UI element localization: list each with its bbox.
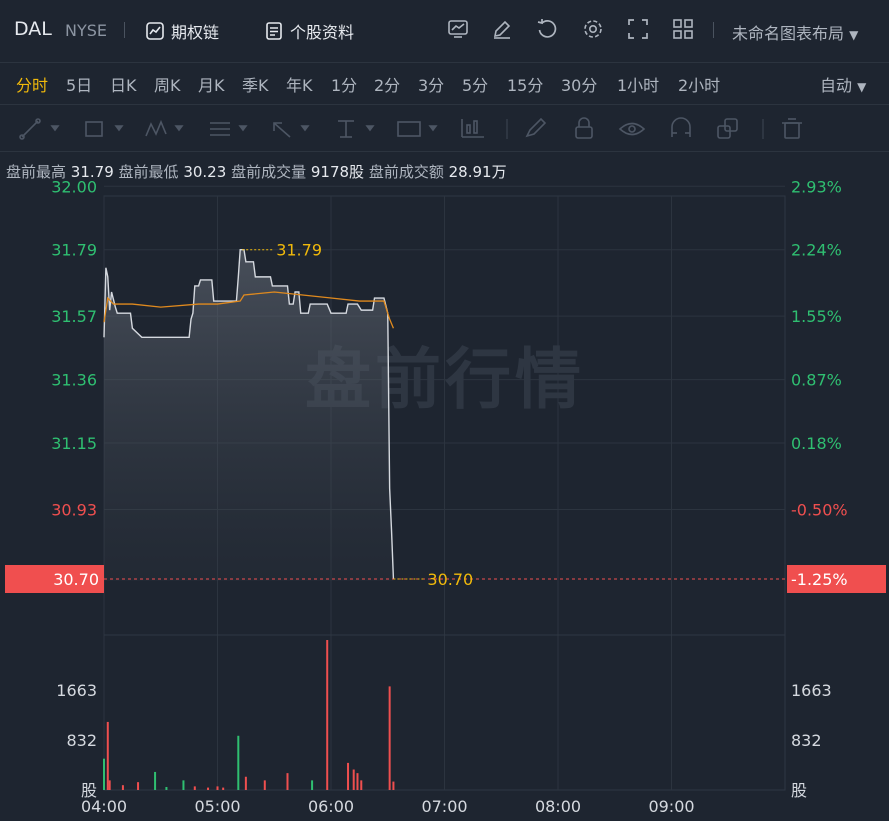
volume-bar <box>121 785 124 790</box>
time-tick-label: 07:00 <box>421 797 467 816</box>
volume-bar <box>263 780 266 790</box>
time-tick-label: 05:00 <box>194 797 240 816</box>
volume-bar <box>356 773 359 790</box>
time-tick-label: 04:00 <box>81 797 127 816</box>
pct-tick-label: 0.87% <box>791 371 842 390</box>
volume-bar <box>137 782 140 790</box>
volume-bar <box>347 762 350 790</box>
intraday-chart[interactable]: 盘前行情 31.7930.70 30.70 -1.25%32.00 2.93%31.… <box>0 0 889 821</box>
volume-bar <box>108 780 111 790</box>
volume-bar <box>388 686 391 790</box>
volume-bar <box>216 786 219 790</box>
pct-tick-label: 1.55% <box>791 307 842 326</box>
time-tick-label: 08:00 <box>535 797 581 816</box>
volume-tick-label-right: 1663 <box>791 681 832 700</box>
volume-bar <box>222 787 225 790</box>
volume-bar <box>207 787 210 790</box>
volume-bar <box>244 776 247 790</box>
volume-bar <box>326 640 329 790</box>
volume-tick-label: 832 <box>66 731 97 750</box>
current-pct-label: -1.25% <box>791 570 848 589</box>
price-tick-label: 31.15 <box>51 434 97 453</box>
volume-bar <box>154 771 157 790</box>
current-price-label: 30.70 <box>53 570 99 589</box>
volume-bar <box>360 780 363 790</box>
price-tick-label: 31.57 <box>51 307 97 326</box>
price-tick-label: 31.79 <box>51 241 97 260</box>
pct-tick-label: 2.24% <box>791 241 842 260</box>
volume-bar <box>352 769 355 790</box>
low-marker-label: 30.70 <box>427 570 473 589</box>
pct-tick-label: -0.50% <box>791 501 848 520</box>
volume-bar <box>106 721 109 790</box>
volume-bar <box>193 786 196 790</box>
high-marker-label: 31.79 <box>276 241 322 260</box>
price-tick-label: 31.36 <box>51 371 97 390</box>
volume-tick-label-right: 832 <box>791 731 822 750</box>
price-tick-label: 32.00 <box>51 177 97 196</box>
volume-tick-label: 1663 <box>56 681 97 700</box>
price-tick-label: 30.93 <box>51 501 97 520</box>
time-tick-label: 09:00 <box>648 797 694 816</box>
volume-bar <box>311 780 314 790</box>
volume-bar <box>103 758 105 790</box>
pct-tick-label: 2.93% <box>791 177 842 196</box>
time-tick-label: 06:00 <box>308 797 354 816</box>
volume-bar <box>237 735 240 790</box>
pct-tick-label: 0.18% <box>791 434 842 453</box>
volume-bar <box>286 773 289 790</box>
volume-tick-label-right: 股 <box>791 781 807 800</box>
volume-bar <box>182 780 185 790</box>
volume-bar <box>392 781 395 790</box>
price-area <box>104 249 394 581</box>
volume-bar <box>165 786 168 790</box>
